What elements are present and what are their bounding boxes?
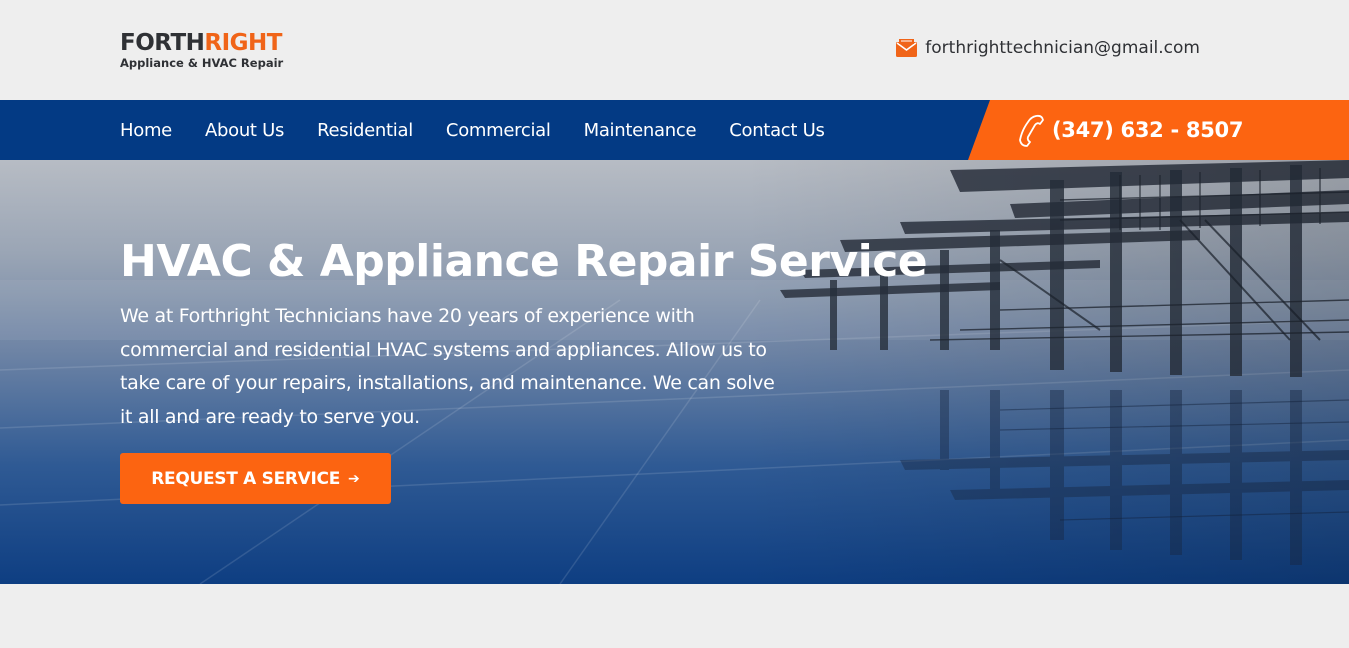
phone-number: (347) 632 - 8507 [1052,118,1244,142]
request-service-button-label: REQUEST A SERVICE [151,468,341,489]
phone-icon [1016,113,1046,147]
nav-item-contact-us[interactable]: Contact Us [729,120,825,141]
site-logo[interactable]: FORTHRIGHT Appliance & HVAC Repair [120,30,310,74]
phone-cta[interactable]: (347) 632 - 8507 [968,100,1349,160]
nav-item-home[interactable]: Home [120,120,172,141]
top-header: FORTHRIGHT Appliance & HVAC Repair forth… [0,0,1349,100]
nav-item-residential[interactable]: Residential [317,120,413,141]
nav-item-commercial[interactable]: Commercial [446,120,551,141]
nav-item-about-us[interactable]: About Us [205,120,284,141]
logo-wordmark: FORTHRIGHT [120,30,310,56]
logo-wordmark-accent: RIGHT [204,30,282,56]
request-service-button[interactable]: REQUEST A SERVICE ➔ [120,453,391,504]
header-email[interactable]: forthrighttechnician@gmail.com [896,38,1200,58]
logo-tagline: Appliance & HVAC Repair [120,56,284,70]
nav-item-maintenance[interactable]: Maintenance [584,120,697,141]
nav-menu: Home About Us Residential Commercial Mai… [120,100,858,160]
logo-wordmark-dark: FORTH [120,30,205,56]
header-email-text: forthrighttechnician@gmail.com [925,38,1200,58]
hero-title: HVAC & Appliance Repair Service [120,236,928,287]
page-content-area [0,584,1349,648]
envelope-icon [896,39,918,57]
hero-banner: HVAC & Appliance Repair Service We at Fo… [0,160,1349,584]
hero-description: We at Forthright Technicians have 20 yea… [120,305,775,428]
arrow-right-icon: ➔ [348,470,360,487]
